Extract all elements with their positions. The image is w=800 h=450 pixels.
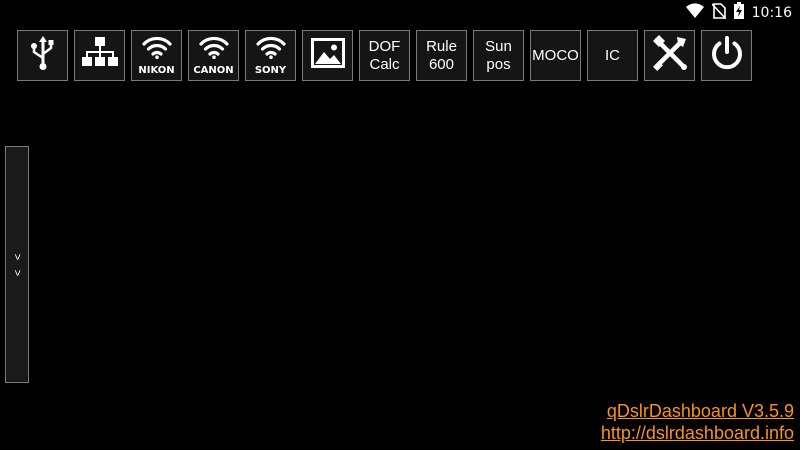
wifi-icon: [198, 35, 229, 64]
nikon-wifi-button[interactable]: NIKON: [131, 30, 182, 81]
side-panel-handle[interactable]: > >: [5, 146, 29, 383]
website-link[interactable]: http://dslrdashboard.info: [601, 422, 794, 444]
wifi-icon: [255, 35, 286, 64]
sony-label: SONY: [254, 65, 287, 76]
nikon-label: NIKON: [138, 65, 175, 76]
image-icon: [310, 37, 346, 74]
canon-wifi-button[interactable]: CANON: [188, 30, 239, 81]
rule-600-label: Rule 600: [426, 37, 457, 73]
version-link[interactable]: qDslrDashboard V3.5.9: [601, 400, 794, 422]
dof-calc-label: DOF Calc: [368, 37, 401, 73]
power-button[interactable]: [701, 30, 752, 81]
tools-icon: [650, 33, 690, 78]
moco-label: MOCO: [532, 46, 579, 64]
ic-button[interactable]: IC: [587, 30, 638, 81]
side-panel-arrow: >: [11, 269, 23, 276]
ic-label: IC: [605, 46, 620, 64]
sony-wifi-button[interactable]: SONY: [245, 30, 296, 81]
gallery-button[interactable]: [302, 30, 353, 81]
power-icon: [708, 34, 746, 77]
dof-calc-button[interactable]: DOF Calc: [359, 30, 410, 81]
tools-button[interactable]: [644, 30, 695, 81]
usb-icon: [30, 35, 56, 76]
network-button[interactable]: [74, 30, 125, 81]
usb-button[interactable]: [17, 30, 68, 81]
network-icon: [81, 36, 119, 75]
wifi-icon: [141, 35, 172, 64]
moco-button[interactable]: MOCO: [530, 30, 581, 81]
footer: qDslrDashboard V3.5.9 http://dslrdashboa…: [601, 400, 794, 444]
canon-label: CANON: [193, 65, 234, 76]
toolbar: NIKON CANON SONY DOF Calc Rule 600 Sun p…: [0, 0, 800, 84]
sun-pos-label: Sun pos: [485, 37, 512, 73]
rule-600-button[interactable]: Rule 600: [416, 30, 467, 81]
side-panel-arrow: >: [11, 253, 23, 260]
sun-pos-button[interactable]: Sun pos: [473, 30, 524, 81]
